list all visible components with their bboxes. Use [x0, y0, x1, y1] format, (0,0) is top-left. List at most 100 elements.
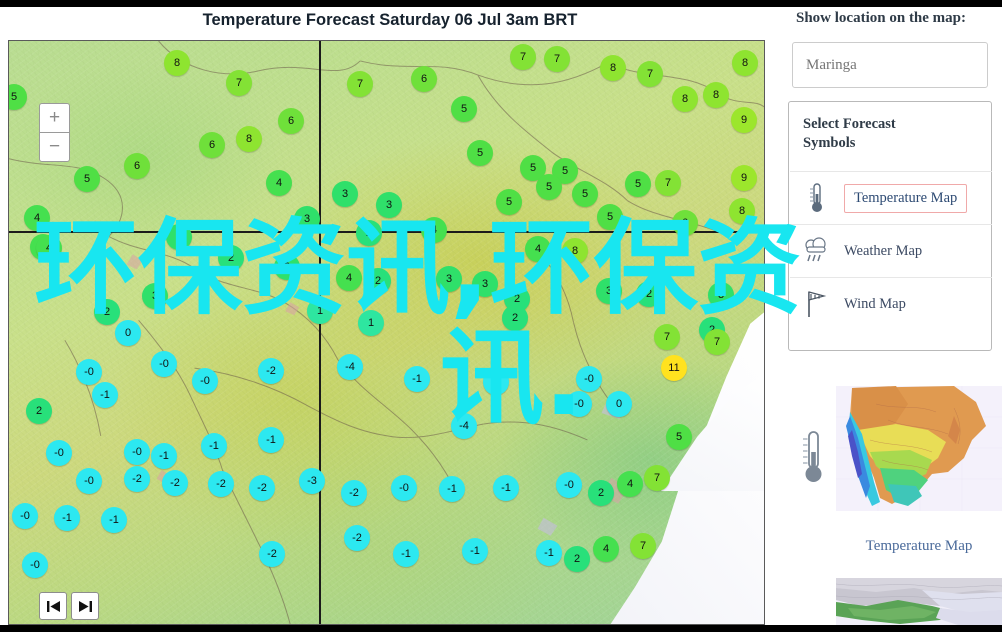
- temperature-marker[interactable]: 2: [564, 546, 590, 572]
- temperature-marker[interactable]: 2: [365, 268, 391, 294]
- temperature-marker[interactable]: 8: [672, 86, 698, 112]
- step-backward-button[interactable]: [39, 592, 67, 620]
- temperature-marker[interactable]: -1: [462, 538, 488, 564]
- temperature-marker[interactable]: 1: [307, 298, 333, 324]
- symbol-label-weather-map[interactable]: Weather Map: [844, 243, 922, 260]
- temperature-marker[interactable]: 4: [336, 265, 362, 291]
- temperature-marker[interactable]: 1: [358, 310, 384, 336]
- temperature-marker[interactable]: -1: [439, 476, 465, 502]
- temperature-marker[interactable]: -0: [76, 468, 102, 494]
- location-search-input[interactable]: [792, 42, 988, 88]
- temperature-marker[interactable]: 8: [732, 50, 758, 76]
- step-forward-button[interactable]: [71, 592, 99, 620]
- temperature-marker[interactable]: -2: [124, 466, 150, 492]
- temperature-marker[interactable]: 2: [218, 245, 244, 271]
- temperature-marker[interactable]: -1: [151, 443, 177, 469]
- temperature-marker[interactable]: -1: [92, 382, 118, 408]
- temperature-marker[interactable]: -1: [201, 433, 227, 459]
- temperature-marker[interactable]: -1: [536, 540, 562, 566]
- temperature-marker[interactable]: 5: [74, 166, 100, 192]
- temperature-marker[interactable]: -4: [451, 413, 477, 439]
- temperature-marker[interactable]: 5: [536, 174, 562, 200]
- temperature-marker[interactable]: 8: [164, 50, 190, 76]
- temperature-marker[interactable]: -0: [22, 552, 48, 578]
- temperature-marker[interactable]: 2: [356, 220, 382, 246]
- temperature-marker[interactable]: 8: [562, 238, 588, 264]
- temperature-marker[interactable]: 7: [347, 71, 373, 97]
- temperature-marker[interactable]: 3: [166, 224, 192, 250]
- temperature-marker[interactable]: 3: [294, 206, 320, 232]
- temperature-marker[interactable]: 5: [467, 140, 493, 166]
- temperature-marker[interactable]: -2: [483, 369, 509, 395]
- temperature-marker[interactable]: 8: [703, 82, 729, 108]
- temperature-marker[interactable]: 3: [708, 282, 734, 308]
- temperature-marker[interactable]: 5: [572, 181, 598, 207]
- symbol-option-temperature-map[interactable]: Temperature Map: [790, 171, 992, 224]
- temperature-marker[interactable]: 7: [644, 465, 670, 491]
- zoom-in-button[interactable]: +: [40, 104, 69, 132]
- temperature-marker[interactable]: 6: [199, 132, 225, 158]
- temperature-marker[interactable]: 4: [593, 536, 619, 562]
- temperature-marker[interactable]: 7: [655, 170, 681, 196]
- temperature-marker[interactable]: -1: [101, 507, 127, 533]
- temperature-marker[interactable]: 6: [124, 153, 150, 179]
- temperature-marker[interactable]: 4: [266, 170, 292, 196]
- temperature-marker[interactable]: 4: [36, 235, 62, 261]
- temperature-marker[interactable]: -0: [76, 359, 102, 385]
- forecast-map[interactable]: 5876686544343376555555557787888998576244…: [8, 40, 765, 625]
- temperature-marker[interactable]: 9: [731, 165, 757, 191]
- temperature-marker[interactable]: -2: [249, 475, 275, 501]
- temperature-marker[interactable]: 4: [421, 217, 447, 243]
- temperature-marker[interactable]: 3: [436, 266, 462, 292]
- temperature-marker[interactable]: -0: [46, 440, 72, 466]
- temperature-marker[interactable]: -2: [208, 471, 234, 497]
- temperature-marker[interactable]: 2: [94, 299, 120, 325]
- temperature-marker[interactable]: -1: [54, 505, 80, 531]
- temperature-marker[interactable]: 2: [502, 305, 528, 331]
- temperature-marker[interactable]: -2: [344, 525, 370, 551]
- temperature-marker[interactable]: -1: [393, 541, 419, 567]
- temperature-marker[interactable]: 3: [142, 283, 168, 309]
- temperature-marker[interactable]: 3: [376, 192, 402, 218]
- map-step-controls[interactable]: [39, 592, 99, 620]
- temperature-marker[interactable]: 2: [636, 281, 662, 307]
- temperature-marker[interactable]: -1: [493, 475, 519, 501]
- temperature-marker[interactable]: -0: [556, 472, 582, 498]
- temperature-marker[interactable]: 0: [115, 320, 141, 346]
- temperature-marker[interactable]: -0: [576, 366, 602, 392]
- symbol-option-wind-map[interactable]: Wind Map: [790, 277, 992, 330]
- temperature-marker[interactable]: 8: [729, 198, 755, 224]
- map-zoom-control[interactable]: + −: [39, 103, 70, 162]
- temperature-marker[interactable]: 5: [625, 171, 651, 197]
- temperature-marker[interactable]: 3: [472, 271, 498, 297]
- symbol-label-temperature-map[interactable]: Temperature Map: [844, 183, 968, 213]
- temperature-marker[interactable]: 5: [666, 424, 692, 450]
- temperature-marker[interactable]: 7: [654, 324, 680, 350]
- temperature-marker[interactable]: -2: [258, 358, 284, 384]
- temperature-marker[interactable]: 0: [606, 391, 632, 417]
- temperature-marker[interactable]: 7: [226, 70, 252, 96]
- temperature-marker[interactable]: -0: [192, 368, 218, 394]
- temperature-marker[interactable]: 5: [451, 96, 477, 122]
- temperature-marker[interactable]: -0: [12, 503, 38, 529]
- temperature-marker[interactable]: -0: [124, 439, 150, 465]
- temperature-marker[interactable]: 8: [600, 55, 626, 81]
- weather-map-thumbnail[interactable]: [836, 578, 1002, 625]
- symbol-option-weather-map[interactable]: Weather Map: [790, 224, 992, 277]
- temperature-marker[interactable]: 5: [597, 204, 623, 230]
- temperature-marker[interactable]: 4: [525, 236, 551, 262]
- temperature-marker[interactable]: 2: [588, 480, 614, 506]
- temperature-marker[interactable]: 4: [617, 471, 643, 497]
- temperature-marker[interactable]: 7: [630, 533, 656, 559]
- temperature-marker[interactable]: 8: [236, 126, 262, 152]
- temperature-marker[interactable]: -2: [341, 480, 367, 506]
- temperature-marker[interactable]: -1: [404, 366, 430, 392]
- temperature-marker[interactable]: 3: [596, 278, 622, 304]
- temperature-marker[interactable]: -2: [259, 541, 285, 567]
- temperature-marker[interactable]: -0: [566, 391, 592, 417]
- temperature-marker[interactable]: 2: [26, 398, 52, 424]
- temperature-marker[interactable]: -2: [162, 470, 188, 496]
- temperature-marker[interactable]: -3: [299, 468, 325, 494]
- temperature-marker[interactable]: 5: [496, 189, 522, 215]
- zoom-out-button[interactable]: −: [40, 132, 69, 161]
